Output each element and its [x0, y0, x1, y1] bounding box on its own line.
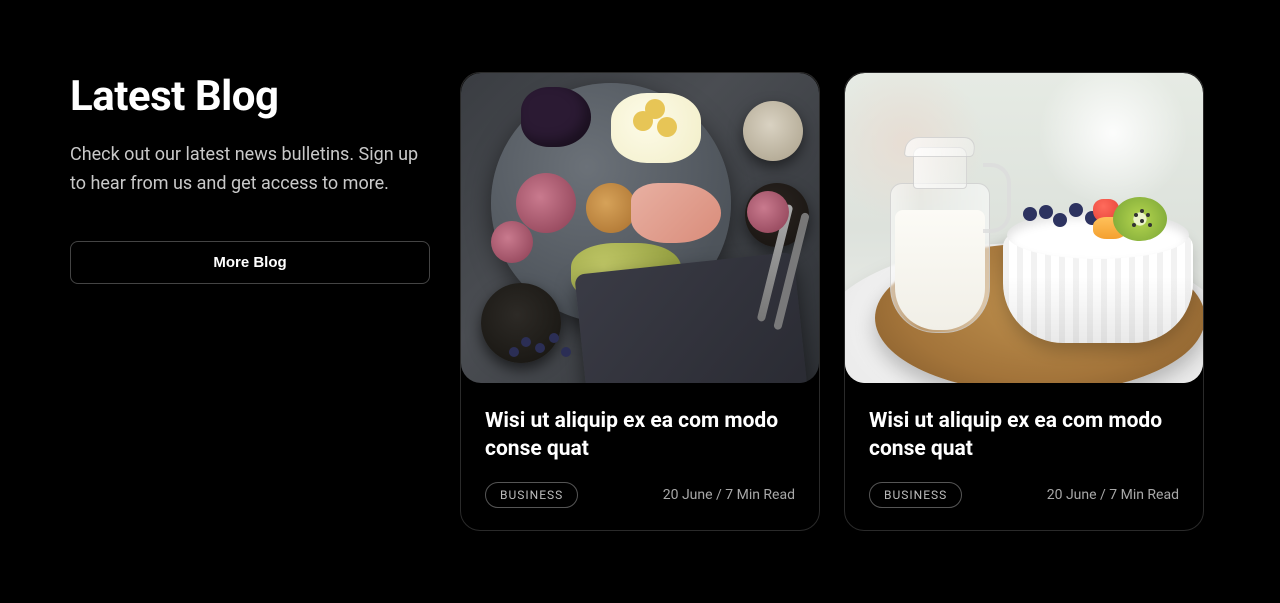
category-pill[interactable]: BUSINESS: [869, 482, 962, 508]
blog-section: Latest Blog Check out our latest news bu…: [0, 0, 1280, 603]
more-blog-button[interactable]: More Blog: [70, 241, 430, 284]
blog-card[interactable]: Wisi ut aliquip ex ea com modo conse qua…: [844, 72, 1204, 531]
blog-card-title[interactable]: Wisi ut aliquip ex ea com modo conse qua…: [869, 407, 1179, 464]
blog-card-title[interactable]: Wisi ut aliquip ex ea com modo conse qua…: [485, 407, 795, 464]
category-pill[interactable]: BUSINESS: [485, 482, 578, 508]
blog-card-meta: 20 June / 7 Min Read: [1047, 487, 1179, 503]
blog-card-image: [845, 73, 1203, 383]
blog-card-image: [461, 73, 819, 383]
blog-cards: Wisi ut aliquip ex ea com modo conse qua…: [460, 72, 1204, 531]
blog-card-footer: BUSINESS 20 June / 7 Min Read: [869, 482, 1179, 508]
blog-card-body: Wisi ut aliquip ex ea com modo conse qua…: [845, 383, 1203, 530]
section-subtitle: Check out our latest news bulletins. Sig…: [70, 141, 430, 199]
blog-card-body: Wisi ut aliquip ex ea com modo conse qua…: [461, 383, 819, 530]
blog-card-footer: BUSINESS 20 June / 7 Min Read: [485, 482, 795, 508]
blog-card[interactable]: Wisi ut aliquip ex ea com modo conse qua…: [460, 72, 820, 531]
section-title: Latest Blog: [70, 72, 430, 121]
blog-card-meta: 20 June / 7 Min Read: [663, 487, 795, 503]
blog-intro-panel: Latest Blog Check out our latest news bu…: [70, 72, 430, 531]
